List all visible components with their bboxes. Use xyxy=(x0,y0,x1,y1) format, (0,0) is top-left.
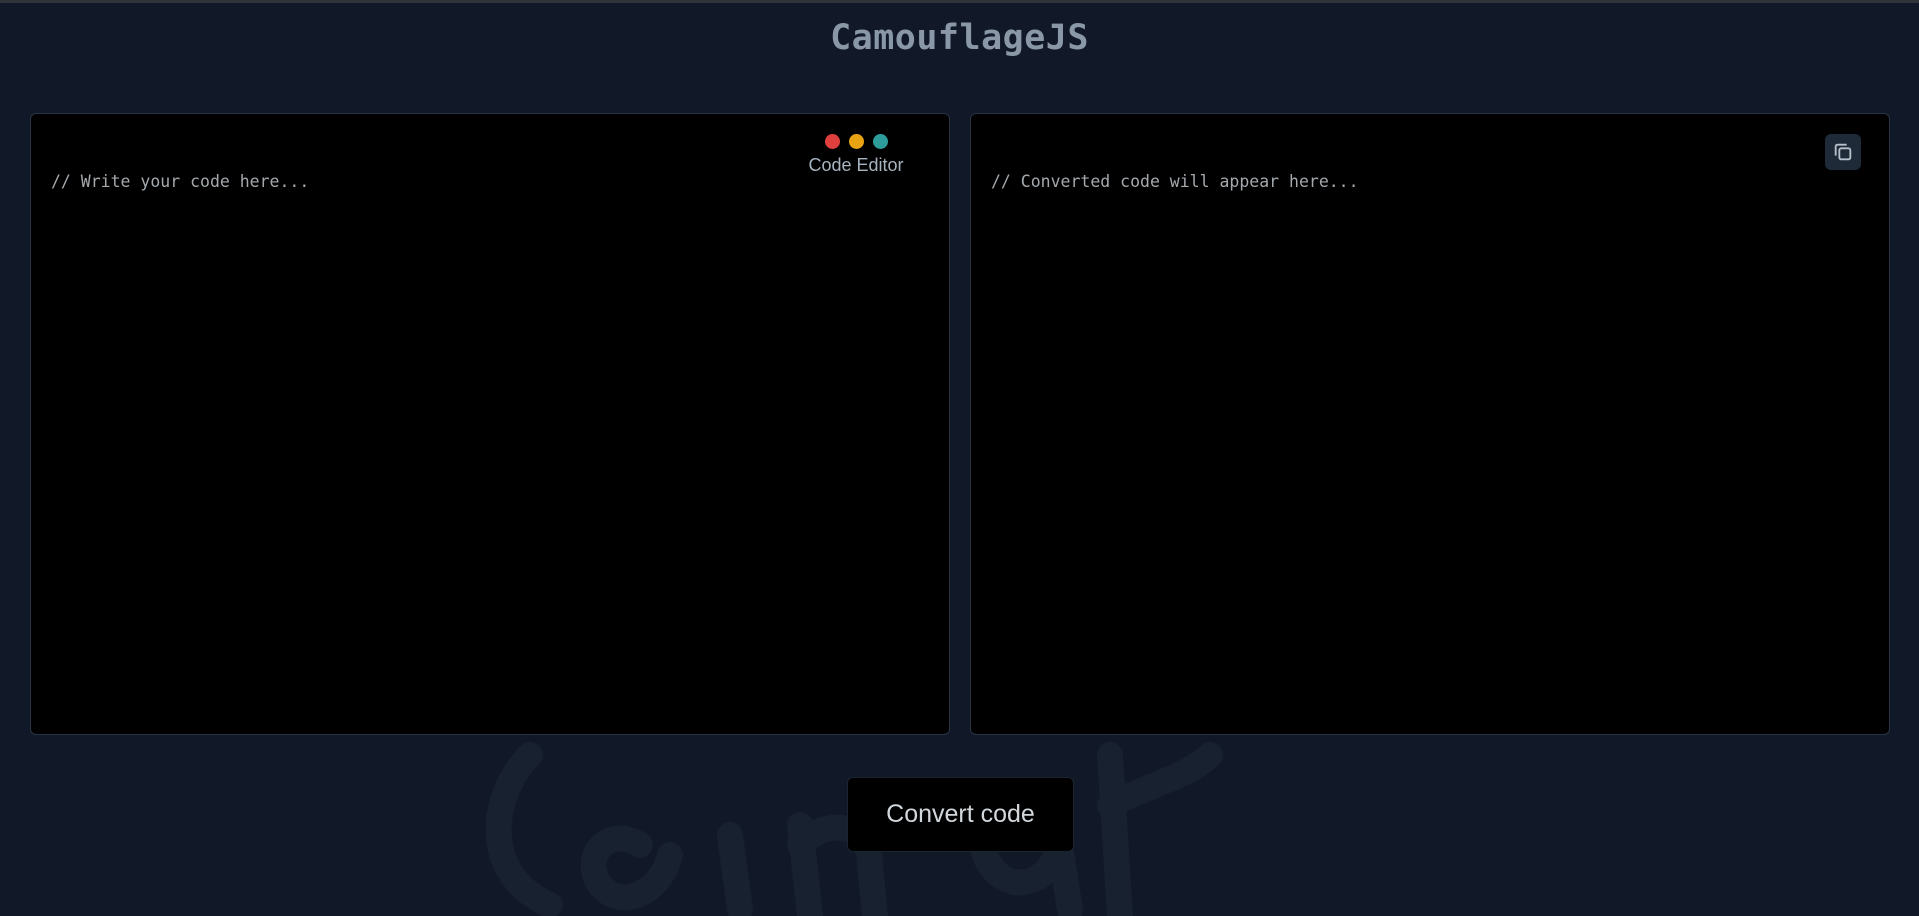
page-title: CamouflageJS xyxy=(830,18,1089,58)
convert-code-button[interactable]: Convert code xyxy=(847,777,1074,852)
yellow-dot-icon xyxy=(848,134,864,149)
output-code[interactable] xyxy=(991,172,1869,714)
copy-icon xyxy=(1834,143,1852,161)
teal-dot-icon xyxy=(872,134,888,149)
red-dot-icon xyxy=(824,134,840,149)
copy-button[interactable] xyxy=(1825,134,1861,170)
code-input[interactable] xyxy=(51,172,929,714)
code-editor-panel: Code Editor xyxy=(30,113,950,735)
editor-header: Code Editor xyxy=(801,134,911,176)
window-dots xyxy=(801,134,911,149)
top-rule xyxy=(0,0,1919,3)
output-panel xyxy=(970,113,1890,735)
